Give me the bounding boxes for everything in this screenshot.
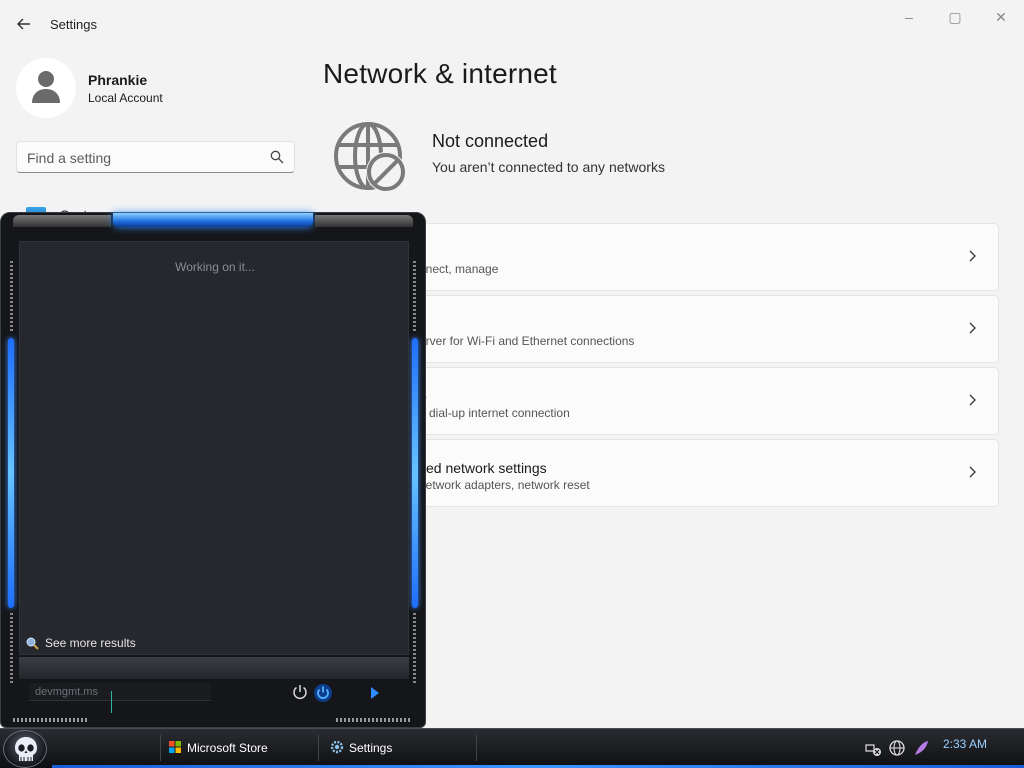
- start-frame-decoration: [315, 215, 413, 227]
- chevron-right-icon: [969, 394, 976, 406]
- taskbar-divider: [160, 735, 161, 761]
- text-caret: [111, 691, 112, 713]
- start-frame-decoration: [13, 215, 111, 227]
- see-more-label: See more results: [45, 636, 136, 650]
- chevron-right-icon: [969, 322, 976, 334]
- taskbar-divider: [476, 735, 477, 761]
- arrow-left-icon: [17, 18, 30, 30]
- close-button[interactable]: ✕: [978, 6, 1024, 28]
- frame-grip: [13, 718, 88, 722]
- user-profile[interactable]: Phrankie Local Account: [16, 58, 163, 118]
- profile-account-type: Local Account: [88, 91, 163, 105]
- arrow-right-icon[interactable]: [367, 685, 383, 701]
- skull-logo-icon: [15, 737, 37, 761]
- chevron-right-icon: [969, 250, 976, 262]
- user-icon: [32, 71, 60, 103]
- taskbar-divider: [318, 735, 319, 761]
- start-menu: Working on it... See more results devmgm…: [0, 212, 426, 728]
- card-subtitle: network adapters, network reset: [419, 478, 590, 492]
- start-button[interactable]: [3, 730, 47, 768]
- card-subtitle: nnect, manage: [419, 262, 499, 276]
- avatar: [16, 58, 76, 118]
- gear-icon: [330, 740, 344, 754]
- minimize-button[interactable]: –: [886, 6, 932, 28]
- run-input-value: devmgmt.ms: [35, 686, 98, 698]
- store-icon: [169, 741, 181, 753]
- maximize-button[interactable]: ▢: [932, 6, 978, 28]
- chevron-right-icon: [969, 466, 976, 478]
- globe-disconnected-icon: [334, 122, 406, 192]
- frame-grip: [10, 613, 13, 683]
- run-search-input[interactable]: devmgmt.ms: [29, 683, 211, 701]
- back-button[interactable]: [12, 12, 36, 36]
- taskbar-app-label: Microsoft Store: [187, 741, 268, 755]
- settings-search[interactable]: [16, 141, 295, 173]
- frame-grip: [336, 718, 411, 722]
- globe-tray-icon[interactable]: [888, 739, 906, 757]
- taskbar-clock[interactable]: 2:33 AM: [943, 737, 987, 751]
- card-subtitle: a dial-up internet connection: [419, 406, 570, 420]
- start-frame-glow: [113, 213, 313, 227]
- taskbar: Microsoft Store Settings 2:33 AM: [0, 728, 1024, 768]
- frame-glow-right: [412, 338, 418, 608]
- working-status-text: Working on it...: [175, 260, 255, 274]
- card-subtitle: erver for Wi-Fi and Ethernet connections: [419, 334, 635, 348]
- search-icon: [270, 150, 284, 164]
- search-input[interactable]: [27, 148, 257, 168]
- start-separator-bar: [19, 657, 409, 679]
- search-results-panel: Working on it... See more results: [19, 241, 409, 655]
- shutdown-button-icon[interactable]: [313, 683, 333, 703]
- frame-glow-left: [8, 338, 14, 608]
- title-bar: Settings – ▢ ✕: [0, 0, 1024, 48]
- app-title: Settings: [50, 17, 97, 32]
- profile-name: Phrankie: [88, 72, 148, 88]
- connection-status-title: Not connected: [432, 131, 549, 151]
- taskbar-app-label: Settings: [349, 741, 393, 755]
- frame-grip: [10, 261, 13, 331]
- power-options-icon[interactable]: [291, 683, 309, 701]
- frame-grip: [413, 613, 416, 683]
- page-title: Network & internet: [323, 58, 557, 89]
- network-disconnected-tray-icon[interactable]: [864, 739, 882, 757]
- frame-grip: [413, 261, 416, 331]
- see-more-results-link[interactable]: See more results: [26, 636, 136, 651]
- magnifier-icon: [26, 637, 39, 651]
- feather-tray-icon[interactable]: [912, 739, 930, 757]
- card-title: ced network settings: [419, 460, 547, 476]
- connection-status-description: You aren’t connected to any networks: [432, 159, 665, 175]
